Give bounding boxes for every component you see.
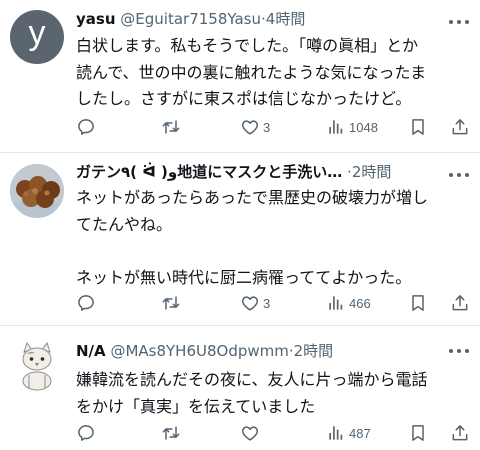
tweet[interactable]: N/A @MAs8YH6U8Odpwmm·2時間 嫌韓流を読んだその夜に、友人に… [0,326,480,450]
action-bar: 3 1048 [76,115,476,139]
tweet-line: ネットが無い時代に厨二病罹っててよかった。 [76,267,412,287]
views-icon [326,423,346,443]
avatar[interactable] [10,164,64,218]
action-bar: 487 [76,421,476,445]
reply-icon [76,423,96,443]
retweet-button[interactable] [161,291,181,315]
display-name[interactable]: yasu [76,10,116,28]
avatar[interactable] [10,337,64,391]
reply-button[interactable] [76,291,96,315]
avatar-letter: y [28,14,46,52]
like-count: 3 [263,119,271,135]
view-count: 466 [349,295,371,311]
bookmark-button[interactable] [408,421,428,445]
timestamp[interactable]: 4時間 [266,10,306,28]
bookmark-button[interactable] [408,115,428,139]
like-button[interactable]: 3 [240,115,270,139]
tweet[interactable]: ガテン٩( ᐛ )و地道にマスクと手洗い… ·2時間 ネットがあったらあったで黒… [0,153,480,325]
like-icon [240,423,260,443]
like-icon [240,117,260,137]
reply-button[interactable] [76,115,96,139]
reply-button[interactable] [76,421,96,445]
share-icon [450,293,470,313]
share-button[interactable] [450,291,470,315]
tweet-text: 嫌韓流を読んだその夜に、友人に片っ端から電話 をかけ「真実」を伝えていました [76,367,472,420]
tweet-line: 白状します。私もそうでした。「噂の眞相」とか [76,36,419,55]
tweet-line: 読んで、世の中の裏に触れたような気になったま [76,62,427,82]
action-bar: 3 466 [76,291,476,315]
views-icon [326,117,346,137]
food-photo-icon [11,165,63,217]
display-name[interactable]: ガテン٩( ᐛ )و地道にマスクと手洗い… [76,163,342,181]
like-button[interactable] [240,421,263,445]
retweet-button[interactable] [161,421,181,445]
views-button[interactable]: 466 [326,291,371,315]
tweet-header: yasu @Eguitar7158Yasu·4時間 [76,10,305,28]
bookmark-icon [408,293,428,313]
reply-icon [76,293,96,313]
timestamp[interactable]: 2時間 [352,163,392,181]
tweet-header: ガテン٩( ᐛ )و地道にマスクと手洗い… ·2時間 [76,163,391,181]
like-button[interactable]: 3 [240,291,270,315]
tweet-text: 白状します。私もそうでした。「噂の眞相」とか 読んで、世の中の裏に触れたような気… [76,33,472,113]
more-icon[interactable] [448,172,470,178]
tweet-line: ネットがあったらあったで黒歴史の破壊力が増し [76,188,429,207]
share-icon [450,423,470,443]
tweet-line: したし。さすがに東スポは信じなかったけど。 [76,89,412,108]
timestamp[interactable]: 2時間 [294,342,334,360]
retweet-icon [161,423,181,443]
tweet-line: てたんやね。 [76,214,173,234]
display-name[interactable]: N/A [76,342,106,360]
tweet-line: 嫌韓流を読んだその夜に、友人に片っ端から電話 [76,370,428,389]
view-count: 487 [349,425,371,441]
avatar[interactable]: y [10,10,64,64]
like-count: 3 [263,295,271,311]
tweet[interactable]: y yasu @Eguitar7158Yasu·4時間 白状します。私もそうでし… [0,0,480,152]
more-icon[interactable] [448,19,470,25]
tweet-text: ネットがあったらあったで黒歴史の破壊力が増し てたんやね。 ネットが無い時代に厨… [76,185,472,291]
reply-icon [76,117,96,137]
tweet-line: をかけ「真実」を伝えていました [76,396,316,416]
retweet-icon [161,293,181,313]
handle[interactable]: @MAs8YH6U8Odpwmm [110,342,288,360]
like-icon [240,293,260,313]
views-button[interactable]: 1048 [326,115,378,139]
share-icon [450,117,470,137]
bookmark-button[interactable] [408,291,428,315]
view-count: 1048 [349,119,378,135]
retweet-icon [161,117,181,137]
handle[interactable]: @Eguitar7158Yasu [120,10,261,28]
tweet-line [76,238,472,265]
tweet-header: N/A @MAs8YH6U8Odpwmm·2時間 [76,342,333,360]
bookmark-icon [408,423,428,443]
views-icon [326,293,346,313]
cat-icon [22,341,52,391]
views-button[interactable]: 487 [326,421,371,445]
retweet-button[interactable] [161,115,181,139]
bookmark-icon [408,117,428,137]
more-icon[interactable] [448,348,470,354]
share-button[interactable] [450,421,470,445]
share-button[interactable] [450,115,470,139]
